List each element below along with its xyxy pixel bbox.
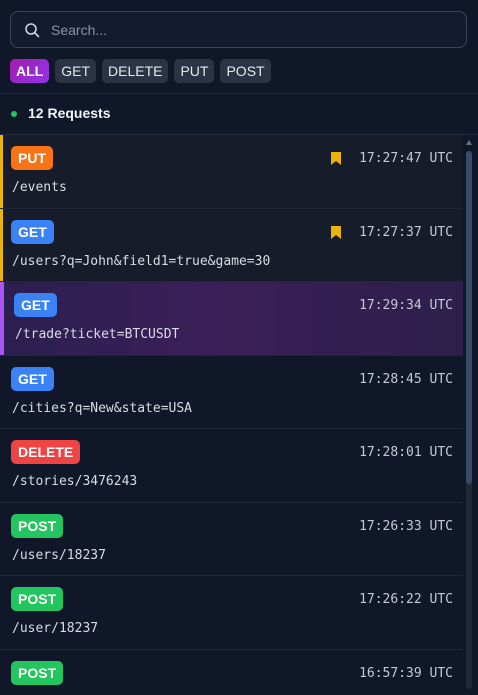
- status-dot: [11, 111, 17, 117]
- request-row[interactable]: DELETE 17:28:01 UTC/stories/3476243: [0, 429, 463, 503]
- request-row[interactable]: GET 17:29:34 UTC/trade?ticket=BTCUSDT: [0, 282, 463, 356]
- filter-delete[interactable]: DELETE: [102, 59, 169, 83]
- method-badge: POST: [11, 587, 64, 611]
- request-list: PUT 17:27:47 UTC/events GET 17:27:37 UTC/us…: [0, 135, 463, 695]
- request-path: /users/18237: [12, 547, 106, 563]
- method-badge: POST: [11, 513, 64, 538]
- filter-get[interactable]: GET: [55, 59, 96, 83]
- request-path: /trade?ticket=BTCUSDT: [15, 327, 180, 342]
- request-row[interactable]: POST 17:26:22 UTC/user/18237: [0, 576, 463, 650]
- request-path: /stories/3476243: [12, 474, 138, 489]
- request-row[interactable]: GET 17:28:45 UTC/cities?q=New&state=USA: [0, 356, 463, 429]
- request-path: /cities?q=New&state=USA: [12, 400, 193, 416]
- request-time: 17:29:34 UTC: [359, 298, 453, 313]
- request-time: 16:57:39 UTC: [359, 665, 453, 681]
- method-badge: PUT: [11, 146, 53, 170]
- scroll-up-arrow-icon[interactable]: [466, 140, 472, 145]
- method-badge: GET: [11, 219, 54, 244]
- request-time: 17:27:47 UTC: [359, 151, 453, 166]
- request-row[interactable]: POST 17:26:33 UTC/users/18237: [0, 503, 463, 576]
- request-time: 17:26:22 UTC: [359, 592, 453, 607]
- method-filters: ALL GET DELETE PUT POST: [10, 59, 271, 83]
- request-path: /events: [12, 180, 67, 195]
- request-path: /user/18237: [12, 621, 99, 636]
- bookmark-icon[interactable]: [331, 152, 341, 165]
- request-count-label: 12 Requests: [28, 105, 111, 121]
- request-row[interactable]: GET 17:27:37 UTC/users?q=John&field1=true…: [0, 208, 463, 282]
- bookmark-icon[interactable]: [331, 225, 341, 239]
- filter-post[interactable]: POST: [220, 59, 271, 83]
- request-path: /users?q=John&field1=true&game=30: [12, 253, 271, 269]
- scrollbar[interactable]: [466, 151, 472, 689]
- request-time: 17:28:45 UTC: [359, 371, 453, 387]
- request-time: 17:26:33 UTC: [359, 518, 453, 534]
- request-row[interactable]: POST 16:57:39 UTC: [0, 650, 463, 695]
- request-time: 17:28:01 UTC: [359, 445, 453, 460]
- scrollbar-thumb[interactable]: [466, 151, 472, 484]
- method-badge: POST: [11, 660, 64, 685]
- request-time: 17:27:37 UTC: [359, 224, 453, 240]
- filter-put[interactable]: PUT: [174, 59, 215, 83]
- filter-all[interactable]: ALL: [10, 59, 50, 83]
- search-icon: [25, 23, 40, 38]
- method-badge: GET: [11, 366, 54, 391]
- method-badge: GET: [14, 293, 57, 317]
- method-badge: DELETE: [11, 440, 81, 464]
- search-box[interactable]: [10, 11, 467, 48]
- search-input[interactable]: [51, 12, 451, 47]
- request-count: 12 Requests: [0, 94, 478, 134]
- request-row[interactable]: PUT 17:27:47 UTC/events: [0, 135, 463, 209]
